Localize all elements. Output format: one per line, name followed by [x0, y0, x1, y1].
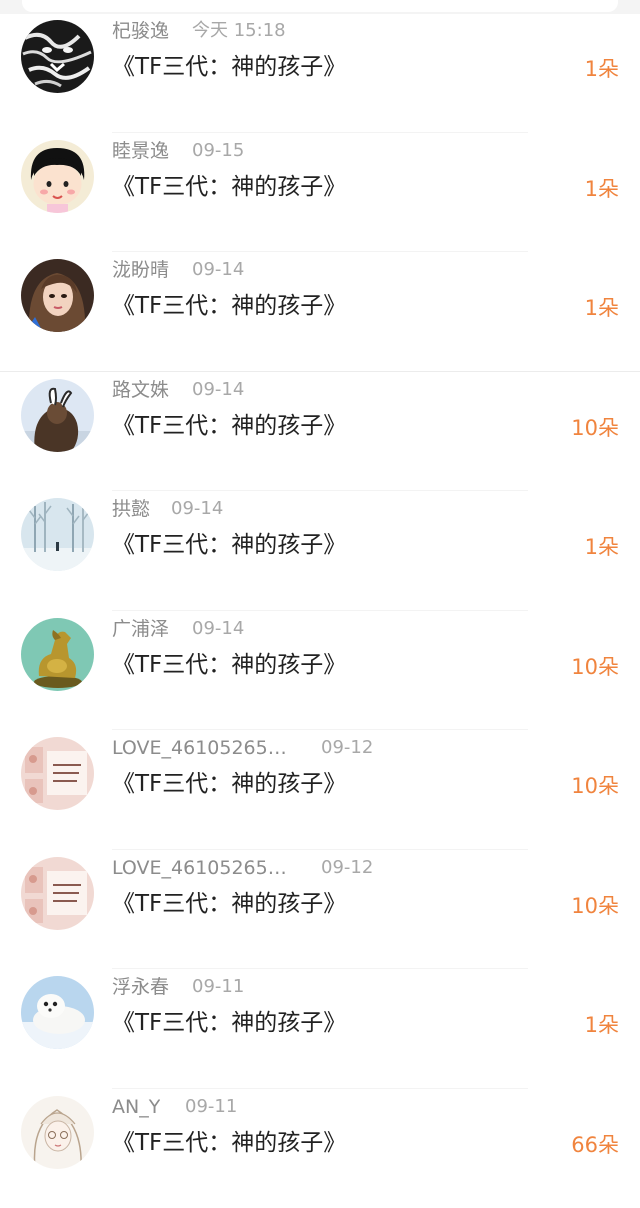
golden-horse-avatar-icon[interactable]	[21, 618, 94, 691]
gift-count: 10朵	[571, 892, 619, 920]
send-time: 09-14	[192, 258, 244, 282]
send-time: 09-14	[192, 378, 244, 402]
cartoon-girl-avatar-icon[interactable]	[21, 140, 94, 213]
gift-book-title: 《TF三代：神的孩子》	[112, 889, 346, 919]
pink-note-avatar-icon[interactable]	[21, 857, 94, 930]
pink-note-avatar-icon[interactable]	[21, 737, 94, 810]
gift-count: 1朵	[585, 533, 619, 561]
send-time: 09-12	[321, 856, 373, 880]
woman-selfie-avatar-icon[interactable]	[21, 259, 94, 332]
gift-book-title: 《TF三代：神的孩子》	[112, 650, 346, 680]
gift-row[interactable]: 路文姝 09-14 《TF三代：神的孩子》 10朵	[0, 372, 640, 492]
gift-count: 1朵	[585, 55, 619, 83]
gift-row[interactable]: LOVE_46105265… 09-12 《TF三代：神的孩子》 10朵	[0, 850, 640, 970]
gift-book-title: 《TF三代：神的孩子》	[112, 1008, 346, 1038]
gift-book-title: 《TF三代：神的孩子》	[112, 291, 346, 321]
sender-name[interactable]: LOVE_46105265…	[112, 856, 287, 880]
gift-record-list: 杞骏逸 今天 15:18 《TF三代：神的孩子》 1朵 睦景逸 09-15 《T…	[0, 0, 640, 1166]
gift-count: 1朵	[585, 294, 619, 322]
sender-name[interactable]: 泷盼晴	[112, 258, 169, 282]
gift-row[interactable]: 泷盼晴 09-14 《TF三代：神的孩子》 1朵	[0, 252, 640, 372]
bunny-ear-girl-avatar-icon[interactable]	[21, 379, 94, 452]
gift-book-title: 《TF三代：神的孩子》	[112, 769, 346, 799]
gift-count: 66朵	[571, 1131, 619, 1159]
sender-name[interactable]: 睦景逸	[112, 139, 169, 163]
sender-name[interactable]: AN_Y	[112, 1095, 160, 1119]
gift-count: 1朵	[585, 175, 619, 203]
gift-count: 10朵	[571, 772, 619, 800]
sender-name[interactable]: 路文姝	[112, 378, 169, 402]
send-time: 今天 15:18	[192, 19, 286, 43]
gift-count: 10朵	[571, 653, 619, 681]
sender-name[interactable]: 浮永春	[112, 975, 169, 999]
gift-book-title: 《TF三代：神的孩子》	[112, 530, 346, 560]
gift-row[interactable]: 杞骏逸 今天 15:18 《TF三代：神的孩子》 1朵	[0, 13, 640, 133]
gift-book-title: 《TF三代：神的孩子》	[112, 172, 346, 202]
gift-count: 1朵	[585, 1011, 619, 1039]
gift-book-title: 《TF三代：神的孩子》	[112, 1128, 346, 1158]
sender-name[interactable]: LOVE_46105265…	[112, 736, 287, 760]
sender-name[interactable]: 杞骏逸	[112, 19, 169, 43]
send-time: 09-11	[185, 1095, 237, 1119]
gift-row[interactable]: AN_Y 09-11 《TF三代：神的孩子》 66朵	[0, 1089, 640, 1208]
send-time: 09-14	[192, 617, 244, 641]
winter-trees-avatar-icon[interactable]	[21, 498, 94, 571]
sender-name[interactable]: 拱懿	[112, 497, 150, 521]
gift-row[interactable]: 广浦泽 09-14 《TF三代：神的孩子》 10朵	[0, 611, 640, 731]
tiger-avatar-icon[interactable]	[21, 20, 94, 93]
gift-row[interactable]: 睦景逸 09-15 《TF三代：神的孩子》 1朵	[0, 133, 640, 253]
send-time: 09-11	[192, 975, 244, 999]
gift-row[interactable]: LOVE_46105265… 09-12 《TF三代：神的孩子》 10朵	[0, 730, 640, 850]
gift-book-title: 《TF三代：神的孩子》	[112, 411, 346, 441]
gift-book-title: 《TF三代：神的孩子》	[112, 52, 346, 82]
gift-row[interactable]: 拱懿 09-14 《TF三代：神的孩子》 1朵	[0, 491, 640, 611]
gift-row[interactable]: 浮永春 09-11 《TF三代：神的孩子》 1朵	[0, 969, 640, 1089]
anime-girl-avatar-icon[interactable]	[21, 1096, 94, 1169]
sender-name[interactable]: 广浦泽	[112, 617, 169, 641]
send-time: 09-15	[192, 139, 244, 163]
seal-pup-avatar-icon[interactable]	[21, 976, 94, 1049]
gift-count: 10朵	[571, 414, 619, 442]
send-time: 09-12	[321, 736, 373, 760]
send-time: 09-14	[171, 497, 223, 521]
